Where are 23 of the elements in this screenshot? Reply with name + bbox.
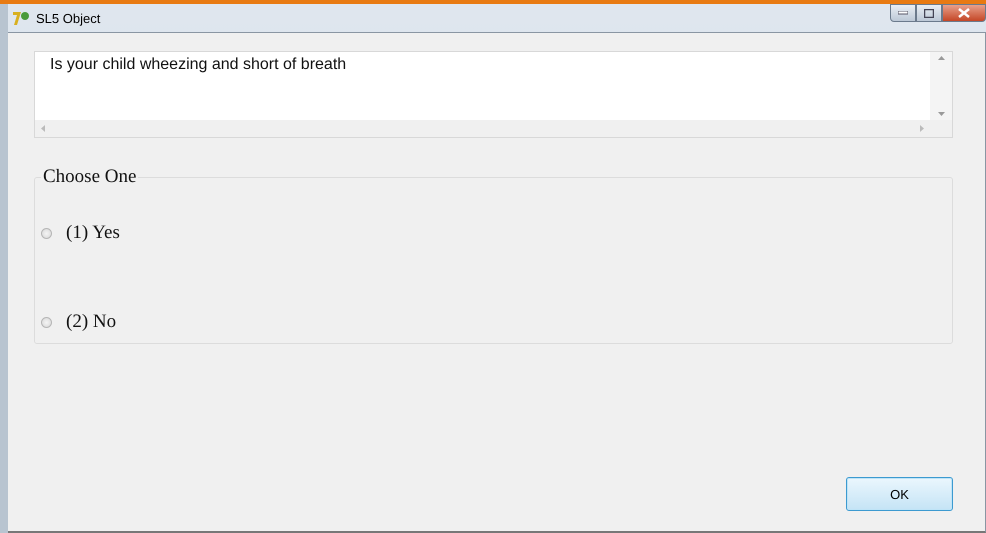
radio-option[interactable]: (1) Yes	[41, 218, 952, 248]
vertical-scrollbar[interactable]	[930, 52, 952, 120]
right-arrow-icon[interactable]	[920, 125, 924, 132]
up-arrow-icon[interactable]	[938, 56, 944, 60]
maximize-icon	[924, 8, 934, 18]
close-icon	[958, 8, 970, 18]
horizontal-scrollbar[interactable]	[35, 120, 952, 137]
question-field[interactable]: Is your child wheezing and short of breath	[34, 51, 953, 138]
radio-icon[interactable]	[41, 228, 52, 238]
ok-button[interactable]: OK	[846, 477, 953, 511]
radio-option[interactable]: (2) No	[41, 307, 952, 337]
down-arrow-icon[interactable]	[938, 112, 944, 116]
minimize-button[interactable]	[890, 4, 916, 22]
maximize-button[interactable]	[916, 4, 942, 22]
option-label: (1) Yes	[66, 222, 120, 244]
close-button[interactable]	[942, 4, 986, 22]
group-legend: Choose One	[41, 166, 138, 188]
app-icon	[12, 10, 30, 26]
left-arrow-icon[interactable]	[41, 125, 45, 132]
radio-icon[interactable]	[41, 316, 52, 328]
minimize-icon	[898, 11, 908, 15]
option-label: (2) No	[66, 311, 116, 333]
window-title: SL5 Object	[36, 10, 100, 26]
